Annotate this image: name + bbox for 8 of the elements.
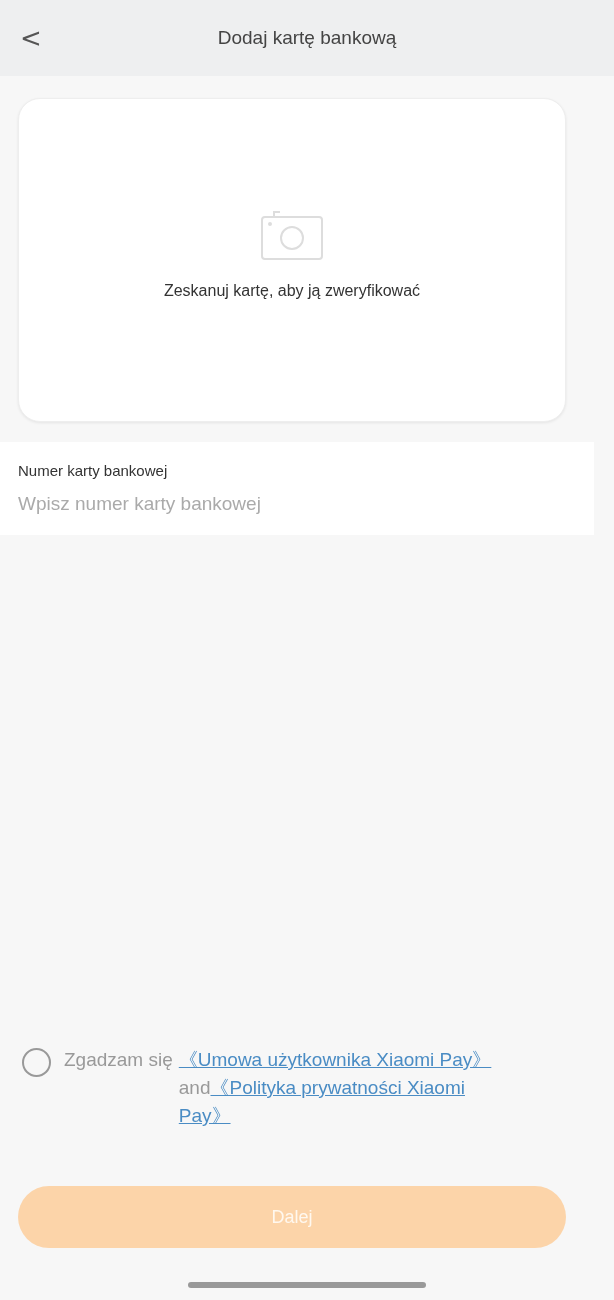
page-title: Dodaj kartę bankową	[217, 27, 397, 48]
back-button[interactable]: <	[16, 25, 46, 51]
agreement-text: Zgadzam się 《Umowa użytkownika Xiaomi Pay》 and《Polityka prywatności Xiaomi Pay》	[64, 1048, 493, 1128]
camera-icon	[261, 210, 323, 260]
agree-checkbox[interactable]	[22, 1048, 51, 1077]
card-number-label: Numer karty bankowej	[18, 462, 169, 479]
scan-card-text: Zeskanuj kartę, aby ją zweryfikować	[163, 282, 421, 300]
scan-card[interactable]: Zeskanuj kartę, aby ją zweryfikować	[18, 98, 566, 422]
